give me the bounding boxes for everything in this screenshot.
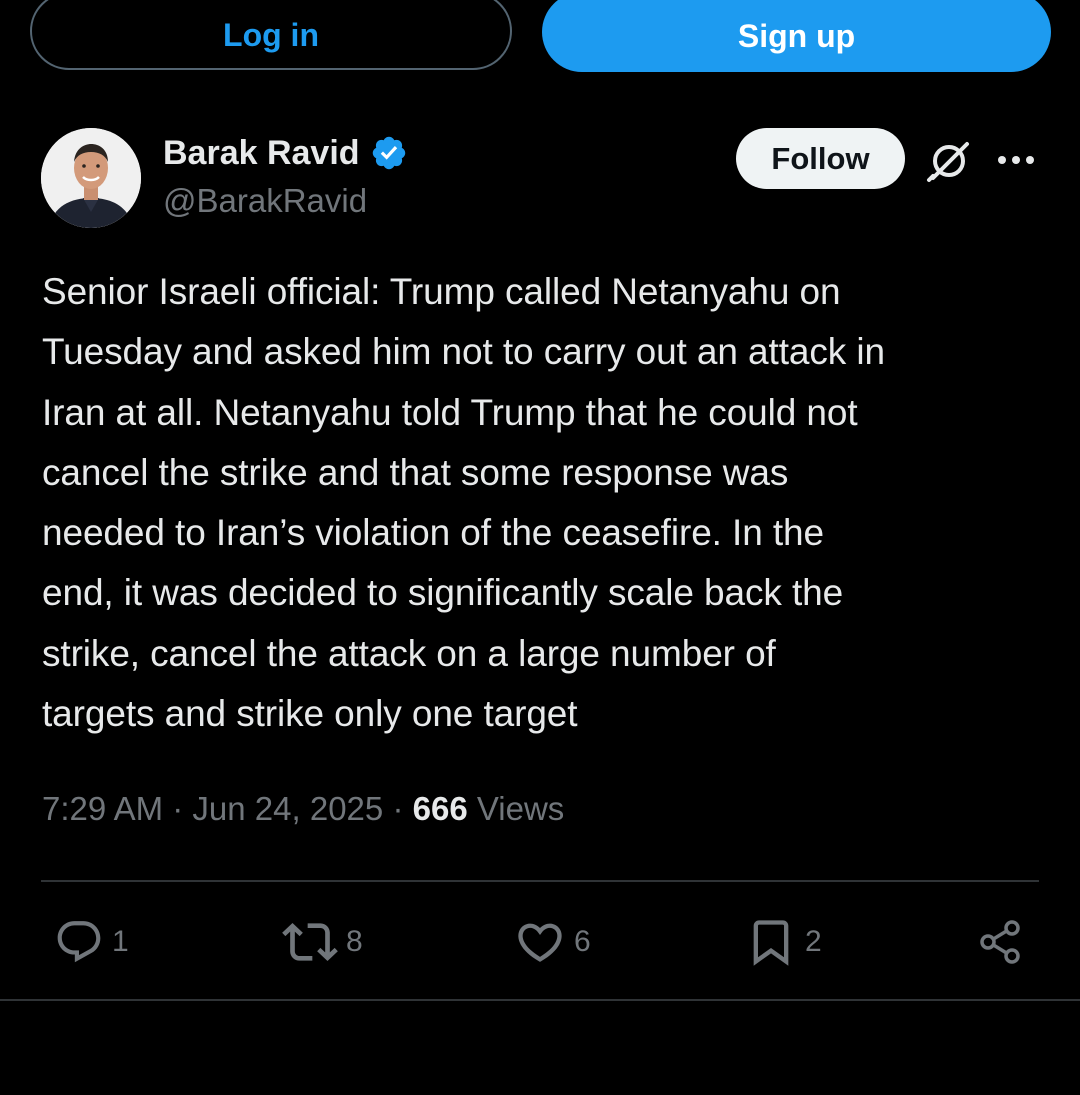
tweet-meta: 7:29 AM · Jun 24, 2025 · 666 Views [42, 790, 564, 828]
author-name[interactable]: Barak Ravid [163, 134, 360, 173]
auth-bar: Log in Sign up [30, 0, 1051, 72]
divider [0, 999, 1080, 1001]
avatar[interactable] [41, 128, 141, 228]
avatar-image [41, 128, 141, 228]
divider [41, 880, 1039, 882]
tweet-date[interactable]: Jun 24, 2025 [192, 790, 383, 827]
like-button[interactable]: 6 [514, 912, 591, 972]
repost-button[interactable]: 8 [282, 912, 363, 972]
signup-button[interactable]: Sign up [542, 0, 1051, 72]
more-options-icon[interactable] [994, 140, 1038, 180]
tweet-text-line: Iran at all. Netanyahu told Trump that h… [42, 391, 858, 433]
tweet-text-line: needed to Iran’s violation of the ceasef… [42, 512, 825, 554]
verified-badge-icon [370, 134, 408, 172]
login-button[interactable]: Log in [30, 0, 512, 70]
tweet-text: Senior Israeli official: Trump called Ne… [42, 262, 1042, 744]
meta-separator: · [172, 790, 184, 827]
tweet-text-line: Tuesday and asked him not to carry out a… [42, 331, 885, 373]
share-button[interactable] [974, 912, 1026, 972]
repost-count: 8 [346, 925, 363, 958]
bookmark-icon [745, 916, 797, 968]
engagement-bar: 1 8 6 2 [0, 912, 1080, 972]
bookmark-count: 2 [805, 925, 822, 958]
tweet-text-line: cancel the strike and that some response… [42, 451, 789, 493]
reply-icon [54, 917, 104, 967]
tweet-text-line: end, it was decided to significantly sca… [42, 572, 844, 614]
reply-count: 1 [112, 925, 129, 958]
bookmark-button[interactable]: 2 [745, 912, 822, 972]
author-name-row[interactable]: Barak Ravid [163, 130, 408, 176]
meta-separator: · [392, 790, 404, 827]
tweet-text-line: Senior Israeli official: Trump called Ne… [42, 271, 841, 312]
like-count: 6 [574, 925, 591, 958]
reply-button[interactable]: 1 [54, 912, 129, 972]
tweet-text-line: strike, cancel the attack on a large num… [42, 632, 776, 674]
views-label: Views [476, 790, 565, 827]
tweet-text-line: targets and strike only one target [42, 693, 578, 735]
repost-icon [282, 914, 338, 970]
share-icon [974, 916, 1026, 968]
tweet-time[interactable]: 7:29 AM [42, 790, 163, 827]
heart-icon [514, 916, 566, 968]
follow-button[interactable]: Follow [736, 128, 905, 189]
grok-icon[interactable] [924, 136, 972, 184]
views-count: 666 [412, 790, 468, 827]
author-handle[interactable]: @BarakRavid [163, 182, 367, 220]
